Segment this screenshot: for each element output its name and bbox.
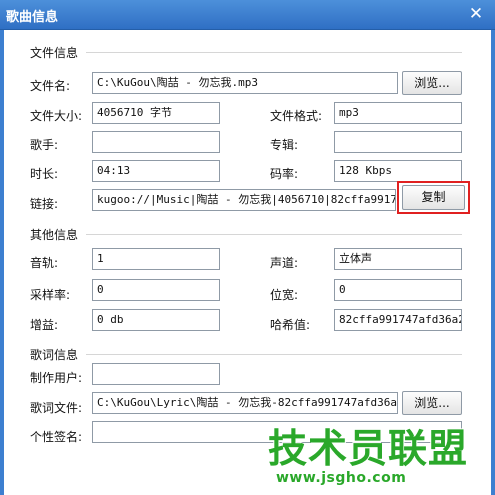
- gain-field[interactable]: 0 db: [92, 309, 220, 331]
- lyricfile-field[interactable]: C:\KuGou\Lyric\陶喆 - 勿忘我-82cffa991747afd3…: [92, 392, 398, 414]
- channel-field[interactable]: 立体声: [334, 248, 462, 270]
- singer-label: 歌手:: [30, 138, 59, 152]
- creator-field[interactable]: [92, 363, 220, 385]
- section-other-info: 其他信息: [30, 228, 79, 242]
- divider: [86, 234, 462, 235]
- link-label: 链接:: [30, 197, 59, 211]
- duration-field[interactable]: 04:13: [92, 160, 220, 182]
- title-bar: 歌曲信息 ✕: [0, 0, 495, 30]
- divider: [86, 52, 462, 53]
- gain-label: 增益:: [30, 318, 59, 332]
- bitrate-field[interactable]: 128 Kbps: [334, 160, 462, 182]
- album-label: 专辑:: [270, 138, 299, 152]
- format-label: 文件格式:: [270, 109, 323, 123]
- filename-label: 文件名:: [30, 79, 71, 93]
- section-file-info: 文件信息: [30, 46, 79, 60]
- bitdepth-label: 位宽:: [270, 288, 299, 302]
- samplerate-label: 采样率:: [30, 288, 71, 302]
- filesize-label: 文件大小:: [30, 109, 83, 123]
- signature-field[interactable]: [92, 421, 462, 443]
- filesize-field[interactable]: 4056710 字节: [92, 102, 220, 124]
- track-field[interactable]: 1: [92, 248, 220, 270]
- section-lyric-info: 歌词信息: [30, 348, 79, 362]
- bitrate-label: 码率:: [270, 167, 299, 181]
- copy-button[interactable]: 复制: [402, 185, 465, 210]
- singer-field[interactable]: [92, 131, 220, 153]
- lyricfile-label: 歌词文件:: [30, 401, 83, 415]
- channel-label: 声道:: [270, 256, 299, 270]
- browse-lyric-button[interactable]: 浏览...: [402, 391, 462, 415]
- bitdepth-field[interactable]: 0: [334, 279, 462, 301]
- signature-label: 个性签名:: [30, 430, 83, 444]
- browse-file-button[interactable]: 浏览...: [402, 71, 462, 95]
- samplerate-field[interactable]: 0: [92, 279, 220, 301]
- close-icon[interactable]: ✕: [467, 4, 485, 24]
- filename-field[interactable]: C:\KuGou\陶喆 - 勿忘我.mp3: [92, 72, 398, 94]
- link-field[interactable]: kugoo://|Music|陶喆 - 勿忘我|4056710|82cffa99…: [92, 189, 396, 211]
- divider: [86, 354, 462, 355]
- hash-label: 哈希值:: [270, 318, 311, 332]
- window-title: 歌曲信息: [6, 10, 59, 25]
- duration-label: 时长:: [30, 167, 59, 181]
- album-field[interactable]: [334, 131, 462, 153]
- format-field[interactable]: mp3: [334, 102, 462, 124]
- track-label: 音轨:: [30, 256, 59, 270]
- creator-label: 制作用户:: [30, 371, 83, 385]
- hash-field[interactable]: 82cffa991747afd36a24: [334, 309, 462, 331]
